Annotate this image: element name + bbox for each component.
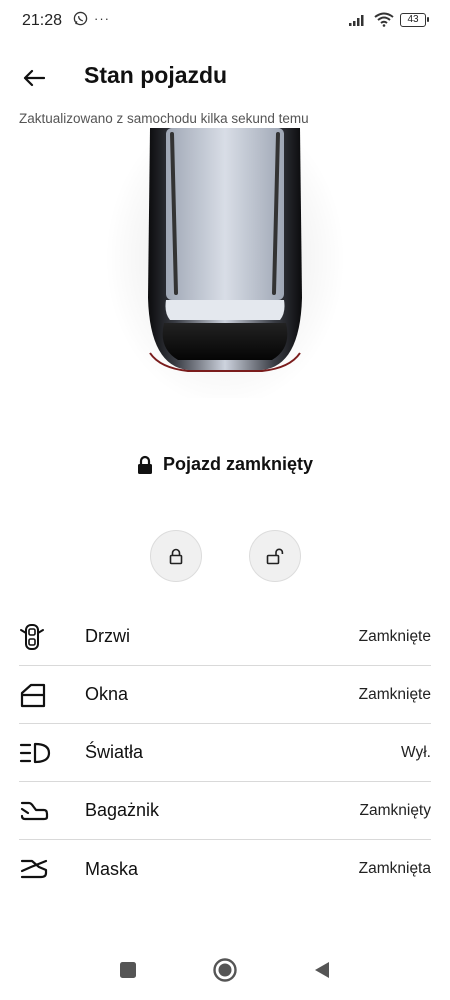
square-icon [120,962,136,978]
status-row-windows: Okna Zamknięte [19,666,431,724]
status-notification-icons: ··· [73,11,110,26]
status-value: Zamknięte [358,627,431,645]
lock-status-label: Pojazd zamknięty [162,454,314,474]
lock-button[interactable] [150,530,202,582]
more-notifications-icon: ··· [94,11,110,26]
circle-icon [213,958,237,982]
padlock-icon [137,455,152,474]
lock-icon [169,548,183,564]
unlock-icon [266,548,284,564]
status-value: Zamknięte [358,685,431,703]
system-nav-bar [0,942,450,1000]
home-button[interactable] [211,956,239,984]
back-button[interactable] [18,62,50,94]
status-label: Światła [85,742,144,762]
status-bar: 21:28 ··· 43 [0,0,450,42]
recents-button[interactable] [114,956,142,984]
triangle-icon [315,962,329,978]
lock-status: Pojazd zamknięty [0,454,450,475]
status-label: Drzwi [85,626,130,646]
app-header: Stan pojazdu [0,58,450,98]
status-value: Zamknięty [359,801,432,819]
hood-icon [19,851,55,887]
door-icon [19,619,55,655]
car-top-view-image [0,108,450,408]
window-icon [19,677,55,713]
page-title: Stan pojazdu [84,62,228,88]
status-label: Maska [85,858,139,879]
status-row-trunk: Bagażnik Zamknięty [19,782,431,840]
status-label: Okna [85,684,129,704]
vehicle-status-list: Drzwi Zamknięte Okna Zamknięte Światła W… [19,608,431,898]
status-label: Bagażnik [85,800,160,820]
headlight-icon [19,735,55,771]
whatsapp-icon [73,11,88,26]
battery-icon: 43 [400,12,429,27]
status-row-doors: Drzwi Zamknięte [19,608,431,666]
status-value: Zamknięta [358,860,431,877]
trunk-icon [19,793,55,829]
status-time: 21:28 [22,12,63,29]
unlock-button[interactable] [249,530,301,582]
wifi-icon [374,12,394,27]
arrow-left-icon [23,69,45,87]
status-row-lights: Światła Wył. [19,724,431,782]
status-value: Wył. [401,743,431,761]
update-status-text: Zaktualizowano z samochodu kilka sekund … [19,111,309,126]
signal-icon [349,14,364,26]
nav-back-button[interactable] [308,956,336,984]
status-row-hood: Maska Zamknięta [19,840,431,898]
